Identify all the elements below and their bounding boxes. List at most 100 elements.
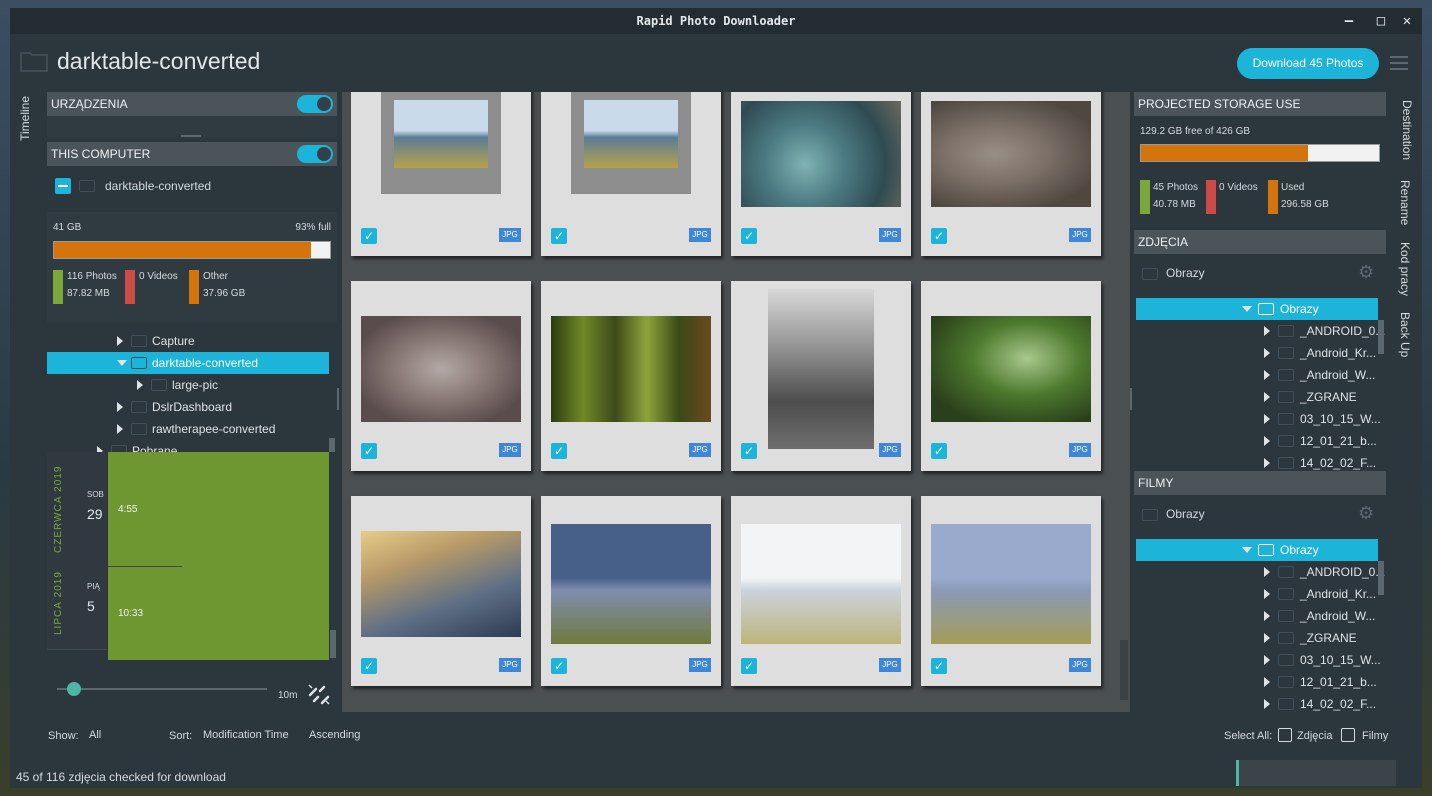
chevron-right-icon[interactable] (1264, 655, 1270, 665)
slider-handle[interactable] (67, 682, 81, 696)
grid-scrollbar[interactable] (1120, 640, 1128, 700)
tree-item[interactable]: 14_02_02_F... (1136, 693, 1376, 711)
chevron-down-icon[interactable] (117, 360, 127, 366)
thumbnail-card[interactable]: ✓ JPG (921, 92, 1101, 256)
chevron-right-icon[interactable] (1264, 348, 1270, 358)
splitter-left[interactable] (337, 388, 339, 410)
gear-icon[interactable]: ⚙ (1358, 262, 1374, 283)
gear-icon[interactable]: ⚙ (1358, 503, 1374, 524)
tree-item-label: _ZGRANE (1300, 631, 1357, 645)
tab-timeline[interactable]: Timeline (18, 96, 32, 141)
minimize-icon[interactable]: — (1337, 8, 1361, 34)
close-icon[interactable]: ✕ (1395, 8, 1419, 34)
chevron-right-icon[interactable] (1264, 326, 1270, 336)
tree-item[interactable]: rawtherapee-converted (47, 418, 329, 440)
tree-item[interactable]: 03_10_15_W... (1136, 649, 1381, 671)
thumbnail-card[interactable]: ✓ JPG (731, 281, 911, 471)
tab-kod-pracy[interactable]: Kod pracy (1398, 242, 1412, 296)
thumbnail-card[interactable]: ✓ JPG (351, 496, 531, 686)
thumbnail-card[interactable]: ✓ JPG (731, 496, 911, 686)
timeline-selection[interactable]: 4:55 10:33 (108, 452, 329, 660)
tree-item[interactable]: 03_10_15_W... (1136, 408, 1381, 430)
collapse-icon[interactable] (55, 178, 71, 194)
thumbnail-card[interactable]: ✓ JPG (541, 281, 721, 471)
tree-item[interactable]: large-pic (47, 374, 329, 396)
thumbnail-card[interactable]: ✓ JPG (731, 92, 911, 256)
thumbnail-card[interactable]: ✓ JPG (921, 496, 1101, 686)
chevron-right-icon[interactable] (1264, 458, 1270, 468)
checkbox-checked-icon[interactable]: ✓ (361, 443, 377, 459)
checkbox-checked-icon[interactable]: ✓ (361, 658, 377, 674)
tree-item[interactable]: Capture (47, 330, 329, 352)
sort-select[interactable]: Modification Time (203, 729, 289, 741)
chevron-right-icon[interactable] (1264, 589, 1270, 599)
checkbox-checked-icon[interactable]: ✓ (931, 228, 947, 244)
tree-scrollbar[interactable] (329, 438, 335, 452)
chevron-right-icon[interactable] (117, 336, 123, 346)
checkbox-checked-icon[interactable]: ✓ (741, 443, 757, 459)
select-videos-checkbox[interactable] (1341, 728, 1355, 742)
thumbnail-card[interactable]: ✓ JPG (541, 496, 721, 686)
chevron-right-icon[interactable] (1264, 567, 1270, 577)
checkbox-checked-icon[interactable]: ✓ (551, 658, 567, 674)
tree-item[interactable]: _ZGRANE (1136, 386, 1376, 408)
tree-item[interactable]: Obrazy (1136, 298, 1378, 320)
chevron-right-icon[interactable] (1264, 699, 1270, 709)
chevron-down-icon[interactable] (1242, 306, 1252, 312)
chevron-right-icon[interactable] (117, 424, 123, 434)
chevron-down-icon[interactable] (1242, 547, 1252, 553)
tree-item[interactable]: darktable-converted (47, 352, 329, 374)
tree-item[interactable]: _Android_W... (1136, 364, 1376, 386)
tree-item[interactable]: _Android_Kr... (1136, 583, 1376, 605)
tree-scrollbar[interactable] (1378, 561, 1384, 595)
resize-handle[interactable] (181, 135, 201, 137)
tab-destination[interactable]: Destination (1394, 96, 1420, 165)
unlink-icon[interactable] (306, 681, 332, 707)
tree-item[interactable]: 12_01_21_b... (1136, 430, 1377, 452)
chevron-right-icon[interactable] (1264, 677, 1270, 687)
tree-item[interactable]: _ANDROID_0... (1136, 320, 1385, 342)
checkbox-checked-icon[interactable]: ✓ (931, 658, 947, 674)
menu-icon[interactable] (1390, 56, 1408, 70)
checkbox-checked-icon[interactable]: ✓ (551, 228, 567, 244)
checkbox-checked-icon[interactable]: ✓ (741, 658, 757, 674)
show-select[interactable]: All (89, 729, 101, 741)
tree-item[interactable]: _Android_W... (1136, 605, 1376, 627)
download-button[interactable]: Download 45 Photos (1237, 48, 1379, 79)
tree-item[interactable]: 12_01_21_b... (1136, 671, 1377, 693)
this-computer-toggle[interactable] (297, 145, 333, 163)
devices-toggle[interactable] (297, 95, 333, 113)
checkbox-checked-icon[interactable]: ✓ (361, 228, 377, 244)
checkbox-checked-icon[interactable]: ✓ (551, 443, 567, 459)
maximize-icon[interactable]: □ (1369, 8, 1393, 34)
chevron-right-icon[interactable] (137, 380, 143, 390)
tree-scrollbar[interactable] (1378, 320, 1384, 354)
chevron-right-icon[interactable] (1264, 633, 1270, 643)
chevron-right-icon[interactable] (1264, 436, 1270, 446)
select-photos-checkbox[interactable] (1278, 728, 1292, 742)
tree-item[interactable]: _ZGRANE (1136, 627, 1376, 649)
tree-item[interactable]: DslrDashboard (47, 396, 329, 418)
chevron-right-icon[interactable] (1264, 370, 1270, 380)
timeline-scrollbar[interactable] (330, 630, 336, 658)
checkbox-checked-icon[interactable]: ✓ (741, 228, 757, 244)
splitter-right[interactable] (1130, 388, 1132, 410)
tree-item[interactable]: _Android_Kr... (1136, 342, 1376, 364)
chevron-right-icon[interactable] (117, 402, 123, 412)
tree-item[interactable]: _ANDROID_0... (1136, 561, 1385, 583)
thumbnail-card[interactable]: ✓ JPG (921, 281, 1101, 471)
tree-item[interactable]: Pobrane (47, 440, 329, 452)
tree-item[interactable]: Obrazy (1136, 539, 1378, 561)
chevron-right-icon[interactable] (1264, 611, 1270, 621)
chevron-right-icon[interactable] (1264, 414, 1270, 424)
thumbnail-card[interactable]: ✓ JPG (351, 281, 531, 471)
timeline-slider[interactable] (57, 682, 267, 696)
order-select[interactable]: Ascending (309, 729, 360, 741)
tab-rename[interactable]: Rename (1398, 180, 1412, 225)
tab-back-up[interactable]: Back Up (1398, 312, 1412, 357)
chevron-right-icon[interactable] (1264, 392, 1270, 402)
thumbnail-card[interactable]: ✓ JPG (351, 92, 531, 256)
tree-item[interactable]: 14_02_02_F... (1136, 452, 1376, 470)
thumbnail-card[interactable]: ✓ JPG (541, 92, 721, 256)
checkbox-checked-icon[interactable]: ✓ (931, 443, 947, 459)
